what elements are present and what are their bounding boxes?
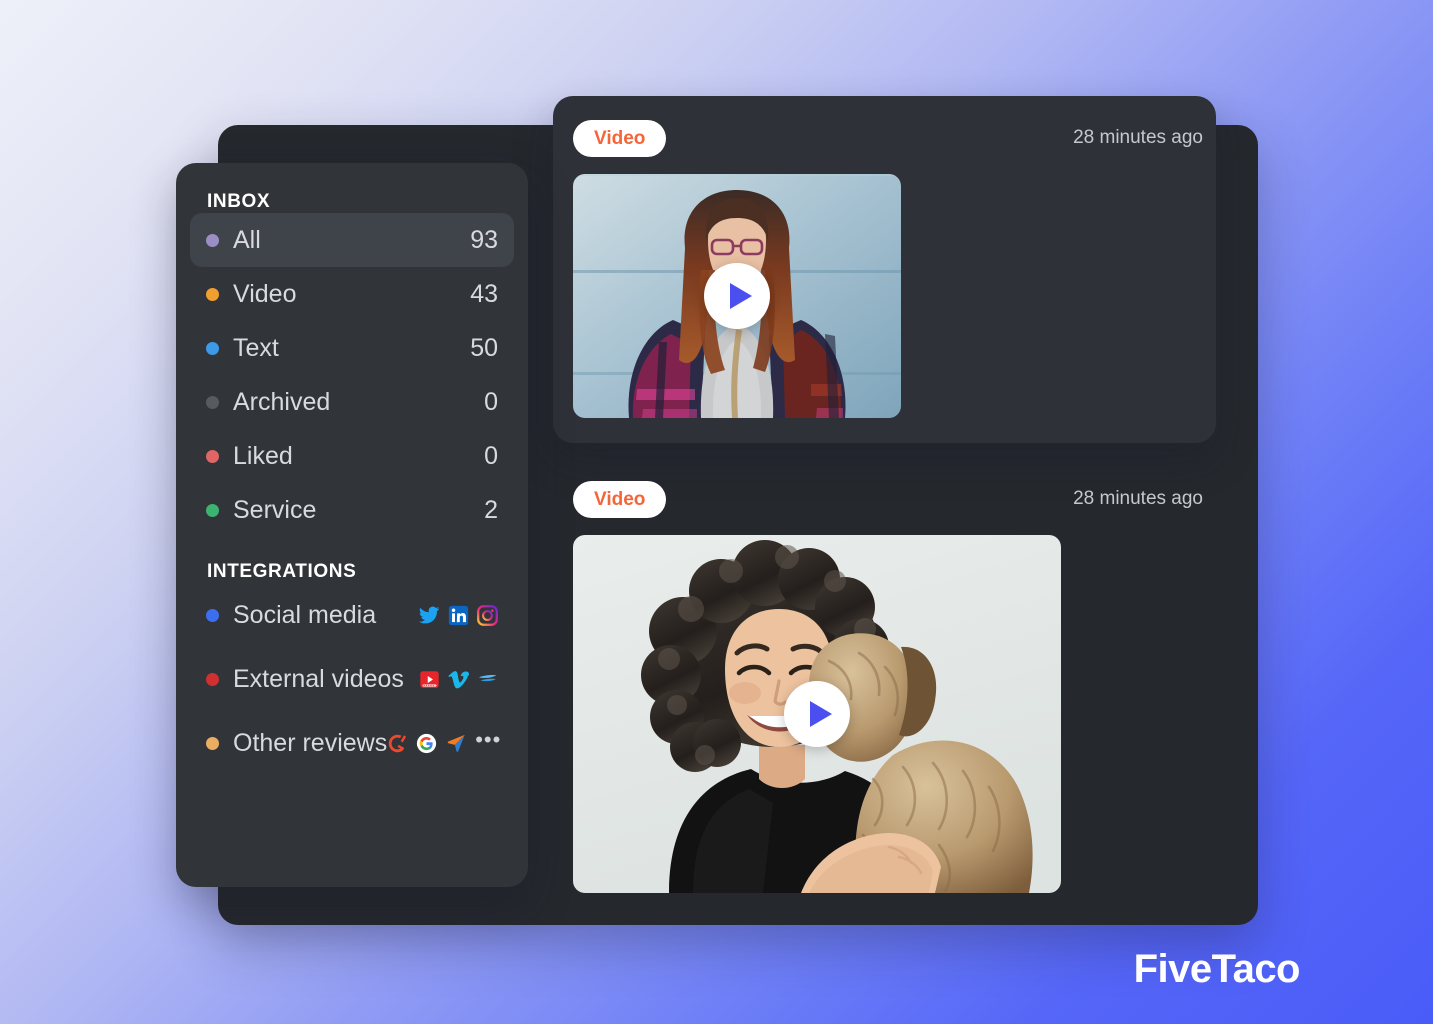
play-icon: [729, 283, 752, 309]
timestamp: 28 minutes ago: [1073, 488, 1203, 509]
status-dot-archived: [206, 395, 219, 409]
status-dot-social-media: [206, 608, 219, 622]
status-dot-video: [206, 287, 219, 301]
linkedin-icon[interactable]: [448, 605, 469, 626]
app-scene: Video 28 minutes ago Video 28 minutes ag…: [0, 0, 1433, 1024]
sidebar-item-video[interactable]: Video 43: [190, 267, 514, 321]
sidebar-item-other-reviews[interactable]: Other reviews •••: [190, 711, 514, 775]
brand-logo: FiveTaco: [1133, 947, 1301, 991]
instagram-icon[interactable]: [477, 604, 498, 626]
play-button[interactable]: [784, 681, 850, 747]
sidebar-item-label: All: [233, 225, 261, 254]
integration-icon-group: •••: [387, 729, 501, 757]
sidebar-item-label: Other reviews: [233, 728, 388, 757]
video-thumbnail[interactable]: [573, 174, 901, 418]
youtube-icon[interactable]: [419, 669, 440, 690]
sidebar-item-count: 2: [484, 495, 498, 524]
integration-icon-group: [419, 669, 498, 690]
sidebar-item-text[interactable]: Text 50: [190, 321, 514, 375]
video-thumbnail[interactable]: [573, 535, 1061, 893]
status-dot-service: [206, 503, 219, 517]
status-dot-all: [206, 233, 219, 247]
sidebar-item-label: Service: [233, 495, 317, 524]
sidebar-item-count: 0: [484, 441, 498, 470]
ellipsis-icon[interactable]: •••: [475, 729, 501, 757]
sidebar-item-archived[interactable]: Archived 0: [190, 375, 514, 429]
inbox-nav-list: All 93 Video 43 Text 50 Archived 0 Liked: [176, 213, 528, 537]
timestamp: 28 minutes ago: [1073, 127, 1203, 148]
sidebar-item-social-media[interactable]: Social media: [190, 583, 514, 647]
sidebar-item-count: 50: [470, 333, 498, 362]
sidebar: INBOX All 93 Video 43 Text 50 Archived 0: [176, 163, 528, 887]
sidebar-item-label: Video: [233, 279, 297, 308]
feed-item[interactable]: Video 28 minutes ago: [573, 479, 1213, 893]
play-icon: [809, 701, 832, 727]
sidebar-item-external-videos[interactable]: External videos: [190, 647, 514, 711]
g2-icon[interactable]: [387, 733, 408, 754]
sidebar-section-inbox-title: INBOX: [207, 191, 271, 212]
sidebar-item-label: Text: [233, 333, 279, 362]
twitter-icon[interactable]: [418, 604, 440, 626]
google-icon[interactable]: [416, 733, 437, 754]
sidebar-item-liked[interactable]: Liked 0: [190, 429, 514, 483]
wistia-icon[interactable]: [477, 669, 498, 690]
sidebar-item-label: Social media: [233, 600, 377, 629]
sidebar-item-label: Liked: [233, 441, 293, 470]
sidebar-item-count: 0: [484, 387, 498, 416]
feed-item-header: Video 28 minutes ago: [573, 479, 1213, 519]
status-badge: Video: [573, 119, 667, 157]
status-dot-liked: [206, 449, 219, 463]
sidebar-item-label: External videos: [233, 664, 404, 693]
status-dot-external-videos: [206, 672, 219, 686]
sidebar-item-count: 93: [470, 225, 498, 254]
integrations-nav-list: Social media External videos Other revie…: [176, 583, 528, 775]
status-badge: Video: [573, 480, 667, 518]
integration-icon-group: [418, 604, 498, 626]
sidebar-item-service[interactable]: Service 2: [190, 483, 514, 537]
sidebar-section-integrations-title: INTEGRATIONS: [207, 561, 357, 582]
status-dot-text: [206, 341, 219, 355]
vimeo-icon[interactable]: [448, 669, 469, 690]
feed-item[interactable]: Video 28 minutes ago: [573, 118, 1213, 418]
status-dot-other-reviews: [206, 736, 219, 750]
feed-item-header: Video 28 minutes ago: [573, 118, 1213, 158]
sidebar-item-all[interactable]: All 93: [190, 213, 514, 267]
play-button[interactable]: [704, 263, 770, 329]
navigation-arrow-icon[interactable]: [445, 732, 467, 754]
sidebar-item-label: Archived: [233, 387, 331, 416]
sidebar-item-count: 43: [470, 279, 498, 308]
